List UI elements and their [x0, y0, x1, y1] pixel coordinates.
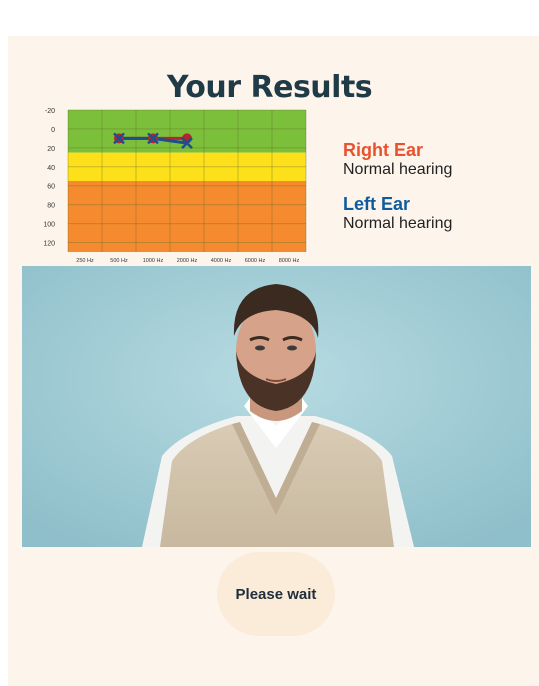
top-bar	[0, 0, 539, 36]
right-ear-status: Normal hearing	[343, 161, 453, 178]
y-tick-label: 60	[47, 184, 55, 191]
y-tick-label: -20	[45, 108, 55, 115]
page-title: Your Results	[166, 70, 373, 105]
audiogram-svg: -20 0 20 40 60 80 100 120 250 Hz 500 Hz 1000 Hz 200…	[43, 108, 307, 264]
x-tick-label: 4000 Hz	[211, 258, 232, 264]
results-summary: Right Ear Normal hearing Left Ear Normal…	[343, 140, 533, 248]
x-tick-label: 6000 Hz	[245, 258, 266, 264]
y-tick-label: 40	[47, 165, 55, 172]
y-tick-label: 120	[43, 241, 55, 248]
right-ear-title: Right Ear	[343, 140, 424, 160]
presenter-video[interactable]	[22, 266, 531, 547]
presenter-image	[22, 266, 531, 547]
audiogram-chart: -20 0 20 40 60 80 100 120 250 Hz 500 Hz 1000 Hz 200…	[30, 104, 330, 266]
left-ear-status: Normal hearing	[343, 215, 453, 232]
audiogram-band	[68, 181, 306, 252]
x-tick-label: 1000 Hz	[143, 258, 164, 264]
audiogram-band	[68, 110, 306, 153]
y-tick-label: 20	[47, 146, 55, 153]
please-wait-button[interactable]: Please wait	[217, 552, 335, 636]
x-tick-label: 8000 Hz	[279, 258, 300, 264]
left-ear-title: Left Ear	[343, 194, 411, 214]
y-tick-label: 0	[51, 127, 55, 134]
x-tick-label: 500 Hz	[110, 258, 128, 264]
right-ear-result: Right Ear Normal hearing	[343, 140, 533, 180]
x-tick-label: 250 Hz	[76, 258, 94, 264]
x-tick-label: 2000 Hz	[177, 258, 198, 264]
left-ear-result: Left Ear Normal hearing	[343, 194, 533, 234]
y-tick-label: 100	[43, 222, 55, 229]
y-tick-label: 80	[47, 203, 55, 210]
